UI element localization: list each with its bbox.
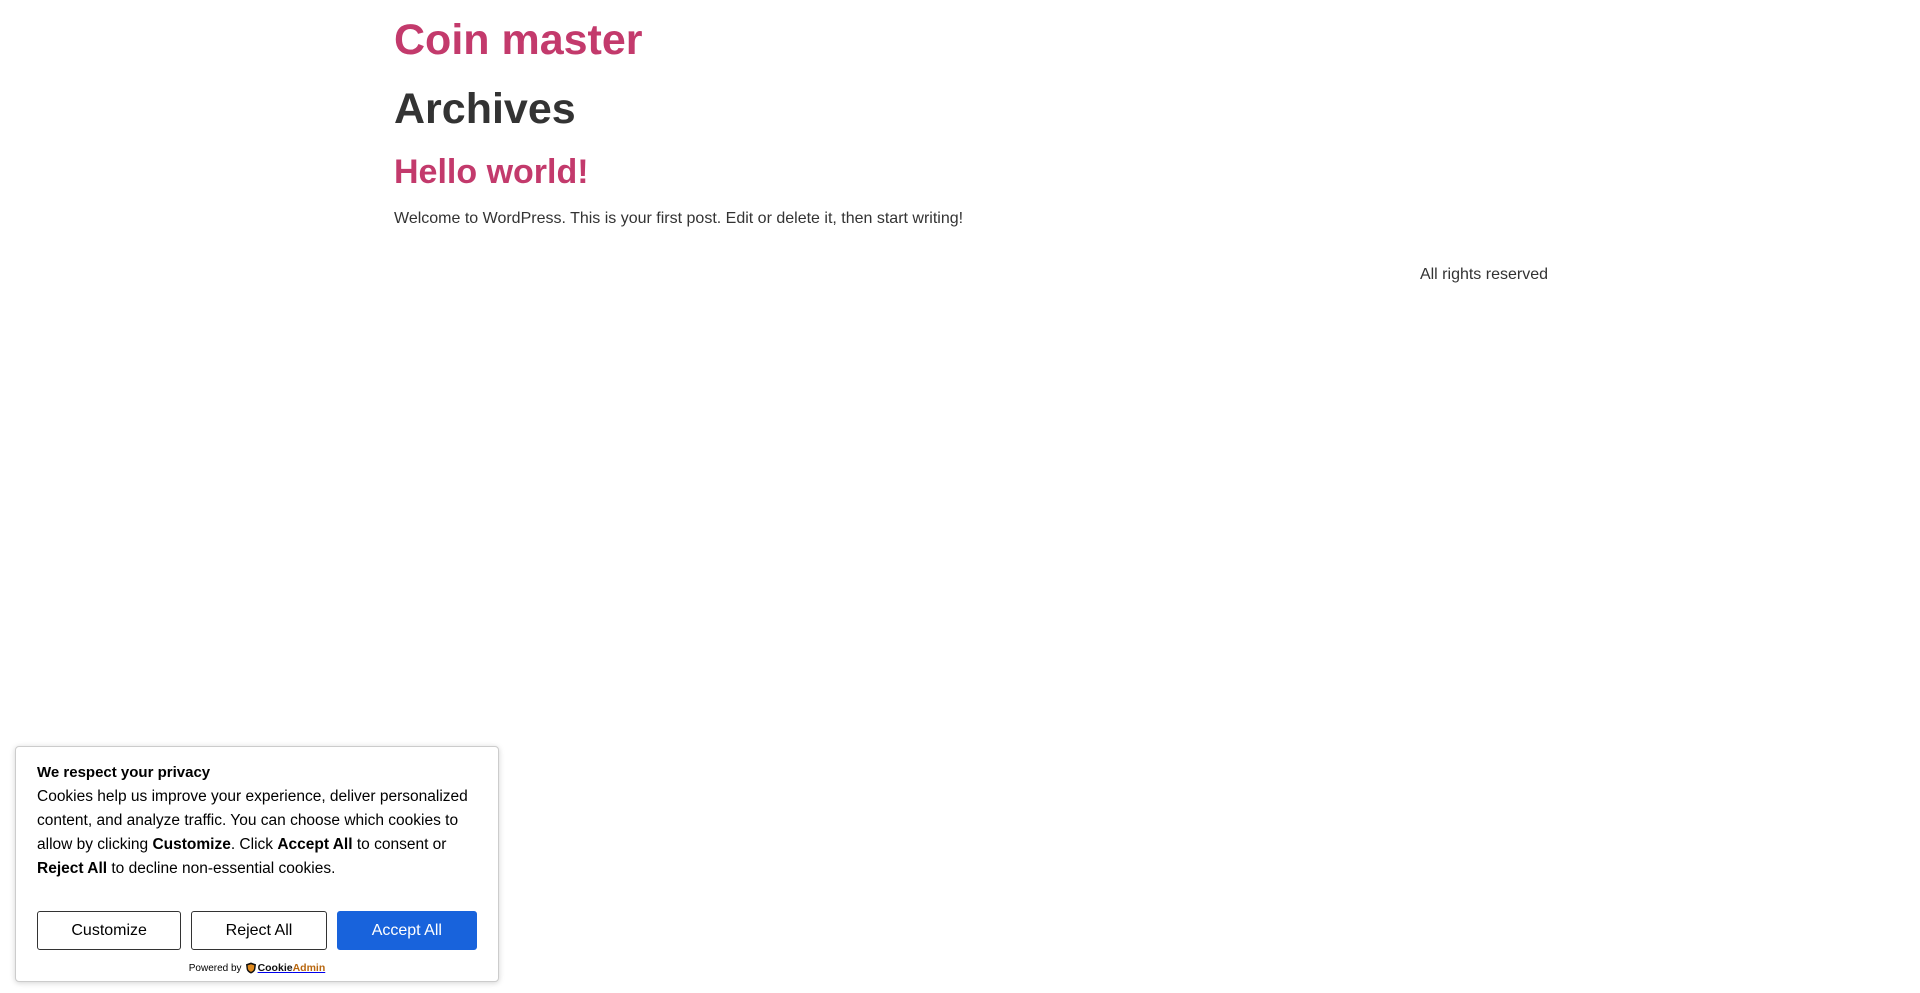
cookie-body-text: to decline non-essential cookies. bbox=[107, 860, 336, 877]
post-excerpt: Welcome to WordPress. This is your first… bbox=[394, 210, 964, 227]
cookie-description: Cookies help us improve your experience,… bbox=[37, 785, 477, 881]
powered-by-label: Powered by bbox=[188, 962, 242, 974]
post-title-link[interactable]: Hello world! bbox=[394, 150, 1548, 194]
reject-all-button[interactable]: Reject All bbox=[191, 911, 327, 950]
footer-copyright: All rights reserved bbox=[1419, 266, 1548, 283]
cookie-body-bold: Accept All bbox=[277, 836, 353, 853]
cookie-body-text: to consent or bbox=[352, 836, 447, 853]
cookie-consent-banner: We respect your privacy Cookies help us … bbox=[15, 746, 499, 982]
customize-button[interactable]: Customize bbox=[37, 911, 182, 950]
cookie-buttons: Customize Reject All Accept All bbox=[37, 911, 477, 950]
page: Coin master Archives Hello world! Welcom… bbox=[0, 0, 1920, 993]
archive-title: Archives bbox=[394, 85, 576, 133]
accept-all-button[interactable]: Accept All bbox=[336, 911, 477, 950]
brand-admin-text: Admin bbox=[292, 962, 326, 974]
site-title-link[interactable]: Coin master bbox=[394, 0, 1548, 66]
powered-by: Powered by Cookie Admin bbox=[37, 962, 477, 974]
cookie-body-bold: Customize bbox=[152, 836, 231, 853]
cookie-body-bold: Reject All bbox=[37, 860, 108, 877]
shield-icon bbox=[245, 962, 256, 974]
content-container: Coin master Archives Hello world! Welcom… bbox=[394, 0, 1548, 283]
cookie-heading: We respect your privacy bbox=[37, 764, 211, 781]
cookieadmin-logo-link[interactable]: Cookie Admin bbox=[245, 962, 326, 974]
brand-cookie-text: Cookie bbox=[257, 962, 293, 974]
cookie-body-text: . Click bbox=[230, 836, 278, 853]
